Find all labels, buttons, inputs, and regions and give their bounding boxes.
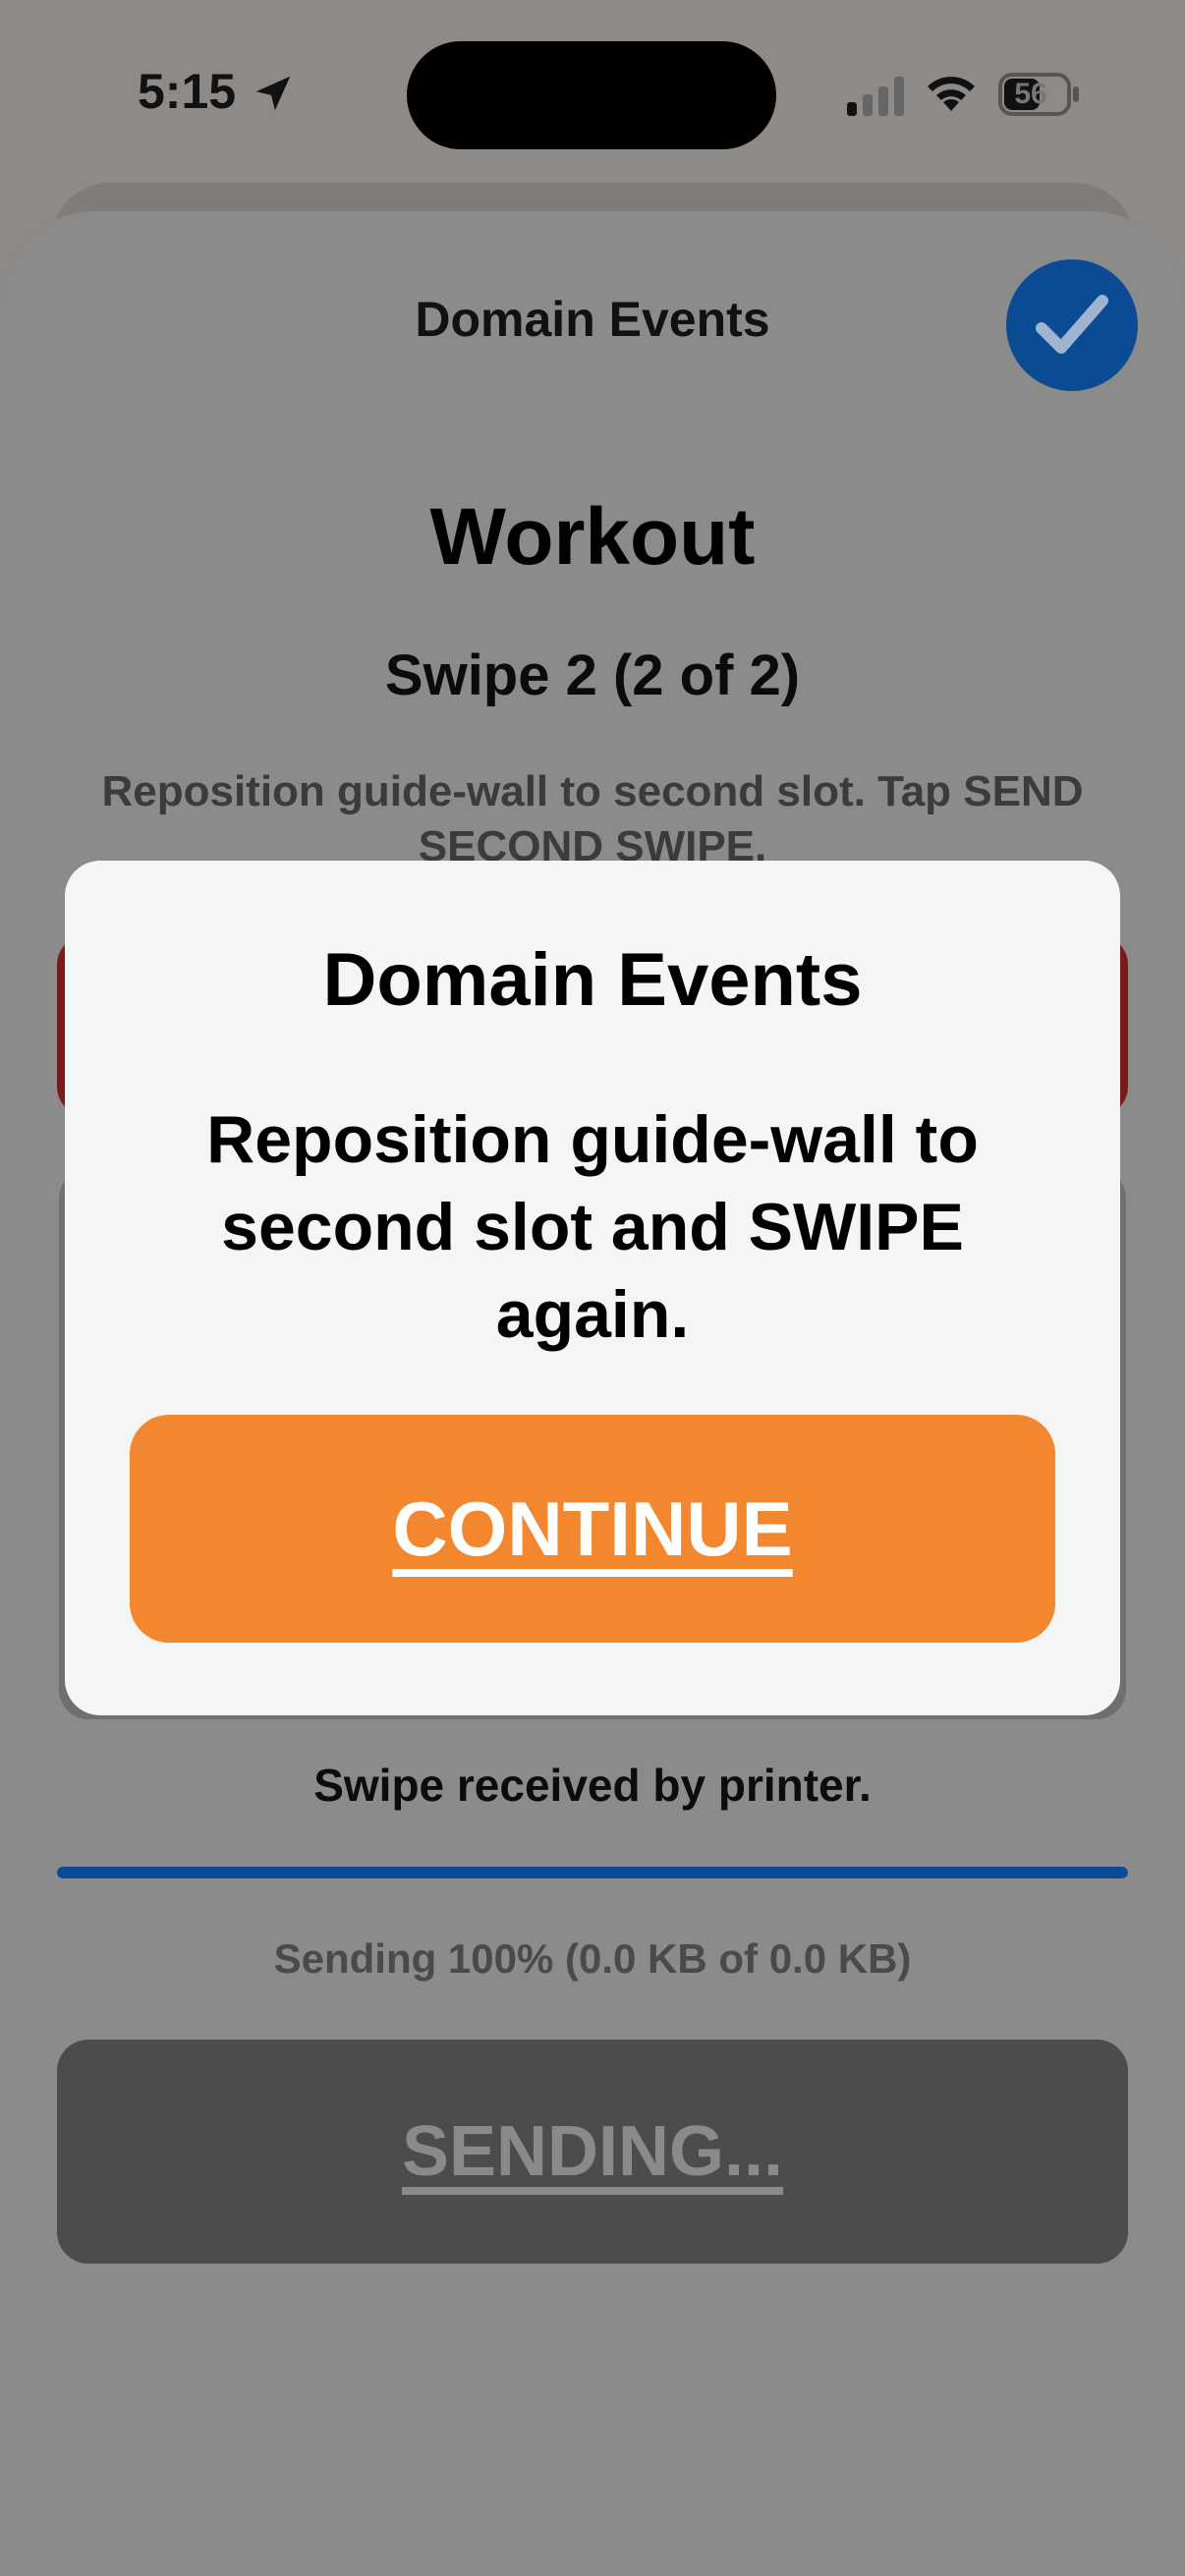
done-button[interactable] [1006, 259, 1138, 391]
step-title: Swipe 2 (2 of 2) [384, 644, 801, 707]
dynamic-island [407, 41, 776, 149]
swipe-status: Swipe received by printer. [313, 1760, 872, 1811]
cellular-signal-icon [847, 77, 904, 116]
progress-bar [57, 1867, 1128, 1878]
alert-dialog: Domain Events Reposition guide-wall to s… [65, 861, 1120, 1715]
continue-button[interactable]: CONTINUE [130, 1415, 1055, 1643]
sending-button[interactable]: SENDING... [57, 2040, 1128, 2264]
continue-button-label: CONTINUE [392, 1484, 793, 1572]
dialog-message: Reposition guide-wall to second slot and… [206, 1102, 979, 1352]
sending-button-label: SENDING... [401, 2112, 784, 2191]
battery-percentage: 56 [1014, 78, 1047, 110]
workout-title: Workout [429, 492, 756, 582]
progress-bar-fill [57, 1867, 1128, 1878]
checkmark-icon [1036, 295, 1108, 354]
status-time: 5:15 [138, 64, 237, 119]
wifi-icon [928, 77, 975, 111]
step-instruction: Reposition guide-wall to second slot. Ta… [101, 767, 1084, 870]
progress-text: Sending 100% (0.0 KB of 0.0 KB) [273, 1935, 912, 1982]
status-bar: 5:15 56 [0, 0, 1185, 196]
location-arrow-icon [255, 76, 291, 111]
dialog-title: Domain Events [322, 938, 863, 1022]
